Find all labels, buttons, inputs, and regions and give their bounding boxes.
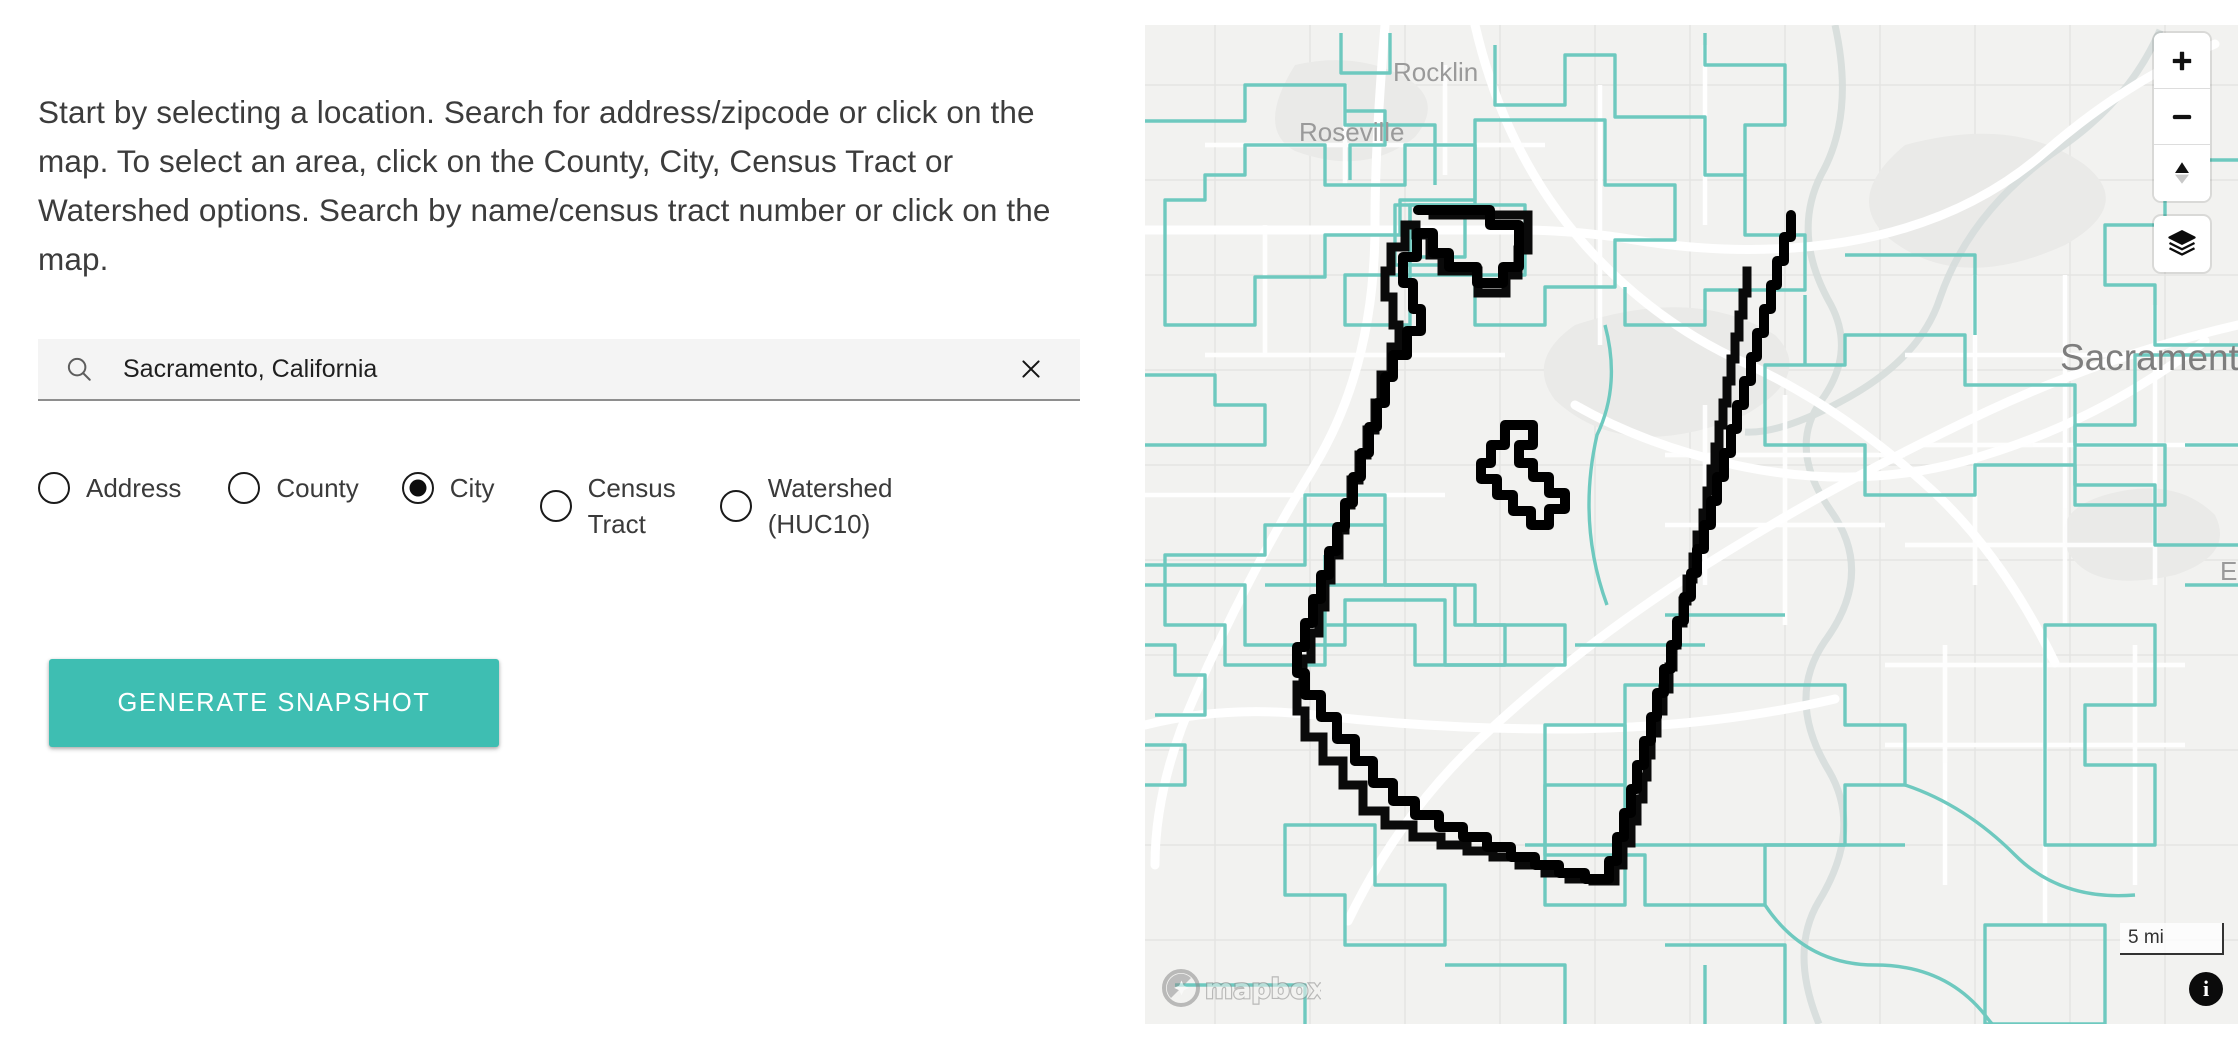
radio-label-watershed: Watershed (HUC10) xyxy=(767,473,893,539)
map-navigation-controls xyxy=(2154,33,2210,201)
location-selection-panel: Start by selecting a location. Search fo… xyxy=(0,0,1145,1054)
intro-instructions: Start by selecting a location. Search fo… xyxy=(38,94,1051,277)
radio-mark-watershed[interactable] xyxy=(719,490,752,522)
radio-option-county[interactable]: County xyxy=(228,470,359,506)
zoom-out-button[interactable] xyxy=(2154,89,2210,145)
map-canvas[interactable]: Rocklin Fo al Roseville R tio Woodland F… xyxy=(1145,25,2238,1024)
map-scale-bar: 5 mi xyxy=(2120,923,2224,955)
radio-mark-city[interactable] xyxy=(401,472,434,504)
close-icon xyxy=(1018,356,1044,382)
radio-mark-census-tract[interactable] xyxy=(539,490,572,522)
search-input[interactable] xyxy=(123,339,1008,399)
clear-search-button[interactable] xyxy=(1008,346,1054,392)
minus-icon xyxy=(2169,104,2195,130)
radio-option-watershed[interactable]: Watershed (HUC10) xyxy=(719,470,893,542)
layers-icon xyxy=(2167,228,2197,261)
search-field-container[interactable] xyxy=(38,339,1080,401)
radio-label-city: City xyxy=(449,473,495,503)
radio-option-address[interactable]: Address xyxy=(38,470,181,506)
location-type-radio-group: Address County City Census Tract Watersh… xyxy=(38,470,1098,542)
radio-label-address: Address xyxy=(86,473,182,503)
radio-mark-address[interactable] xyxy=(38,472,70,504)
radio-option-city[interactable]: City xyxy=(401,470,495,506)
plus-icon xyxy=(2169,48,2195,74)
search-icon xyxy=(64,354,94,384)
compass-button[interactable] xyxy=(2154,145,2210,201)
radio-label-county: County xyxy=(276,473,359,503)
map-layers-button[interactable] xyxy=(2154,216,2210,272)
generate-snapshot-button[interactable]: GENERATE SNAPSHOT xyxy=(49,659,499,747)
radio-mark-county[interactable] xyxy=(228,472,261,504)
app-root: Start by selecting a location. Search fo… xyxy=(0,0,2238,1054)
radio-option-census-tract[interactable]: Census Tract xyxy=(539,470,676,542)
map-info-button[interactable]: i xyxy=(2189,972,2223,1006)
map-vector-layer xyxy=(1145,25,2238,1024)
zoom-in-button[interactable] xyxy=(2154,33,2210,89)
compass-icon xyxy=(2169,158,2195,188)
radio-label-census-tract: Census Tract xyxy=(587,473,676,539)
